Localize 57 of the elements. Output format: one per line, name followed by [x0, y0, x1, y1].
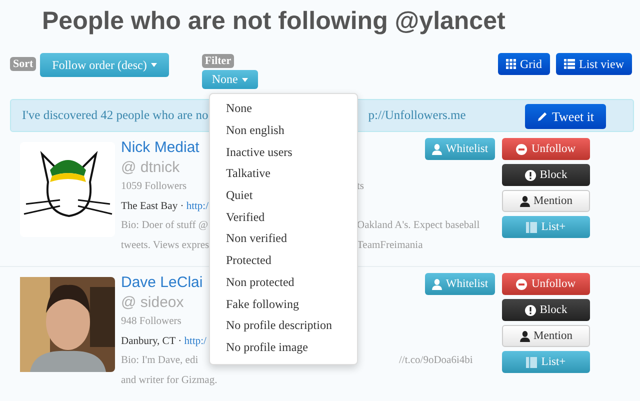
user-icon [520, 196, 530, 206]
exclamation-circle-icon [524, 170, 536, 180]
filter-option[interactable]: No profile image [210, 336, 357, 358]
user-handle: @ sideox [121, 294, 185, 311]
user-name[interactable]: Dave LeClai [121, 272, 209, 294]
block-button[interactable]: Block [502, 164, 590, 186]
unfollow-button[interactable]: Unfollow [502, 138, 590, 160]
mention-button[interactable]: Mention [502, 325, 590, 347]
bio-text: TeamFreimania [357, 240, 423, 251]
page-title: People who are not following @ylancet [41, 6, 506, 37]
follower-count: 1059 Followers [121, 181, 188, 192]
grid-icon [506, 59, 516, 69]
exclamation-circle-icon [524, 304, 536, 316]
user-handle: @ dtnick [121, 158, 181, 176]
user-link[interactable]: http:/ [184, 336, 206, 347]
follower-count: 948 Followers [121, 316, 182, 328]
filter-option[interactable]: Verified [210, 206, 357, 228]
user-icon [432, 144, 442, 154]
filter-option[interactable]: Protected [210, 250, 357, 272]
user-location: Danbury, CT · [121, 336, 182, 347]
filter-label: Filter [202, 54, 234, 68]
filter-option[interactable]: No profile description [210, 314, 357, 337]
bio-text: Oakland A's. Expect baseball [357, 220, 480, 232]
bio-text: tweets. Views expres [121, 240, 209, 251]
tweet-button[interactable]: Tweet it [525, 104, 606, 129]
list-view-button[interactable]: List view [556, 53, 632, 75]
caret-icon [150, 63, 157, 67]
user-name[interactable]: Nick Mediat [121, 137, 209, 158]
bio-text: and writer for Gizmag. [121, 374, 218, 386]
book-icon [526, 356, 538, 368]
minus-circle-icon [516, 278, 528, 290]
bio-text: //t.co/9oDoa6i4bi [399, 355, 473, 366]
filter-option[interactable]: None [210, 98, 357, 120]
filter-option[interactable]: Inactive users [210, 141, 357, 164]
filter-option[interactable]: Quiet [210, 184, 357, 206]
user-location: The East Bay · [121, 200, 184, 212]
bio-text: Bio: I'm Dave, edi [121, 355, 200, 366]
list-icon [564, 59, 575, 69]
minus-circle-icon [516, 144, 528, 154]
filter-option[interactable]: Talkative [210, 163, 357, 185]
user-icon [520, 330, 530, 342]
pencil-icon [537, 111, 548, 122]
block-button[interactable]: Block [502, 299, 590, 321]
user-link[interactable]: http:/ [186, 200, 208, 212]
filter-option[interactable]: Non verified [210, 228, 357, 250]
bio-text: Bio: Doer of stuff @ [121, 220, 209, 232]
mention-button[interactable]: Mention [502, 190, 590, 212]
filter-option[interactable]: Fake following [210, 293, 357, 315]
grid-view-button[interactable]: Grid [498, 53, 550, 75]
book-icon [526, 222, 538, 232]
unfollow-button[interactable]: Unfollow [502, 273, 590, 295]
filter-option[interactable]: Non protected [210, 272, 357, 294]
sort-label: Sort [10, 57, 36, 71]
notice-text: I've discovered 42 people who are no [22, 108, 208, 123]
user-icon [432, 278, 442, 290]
filter-option[interactable]: Non english [210, 120, 357, 142]
caret-icon [242, 78, 248, 82]
